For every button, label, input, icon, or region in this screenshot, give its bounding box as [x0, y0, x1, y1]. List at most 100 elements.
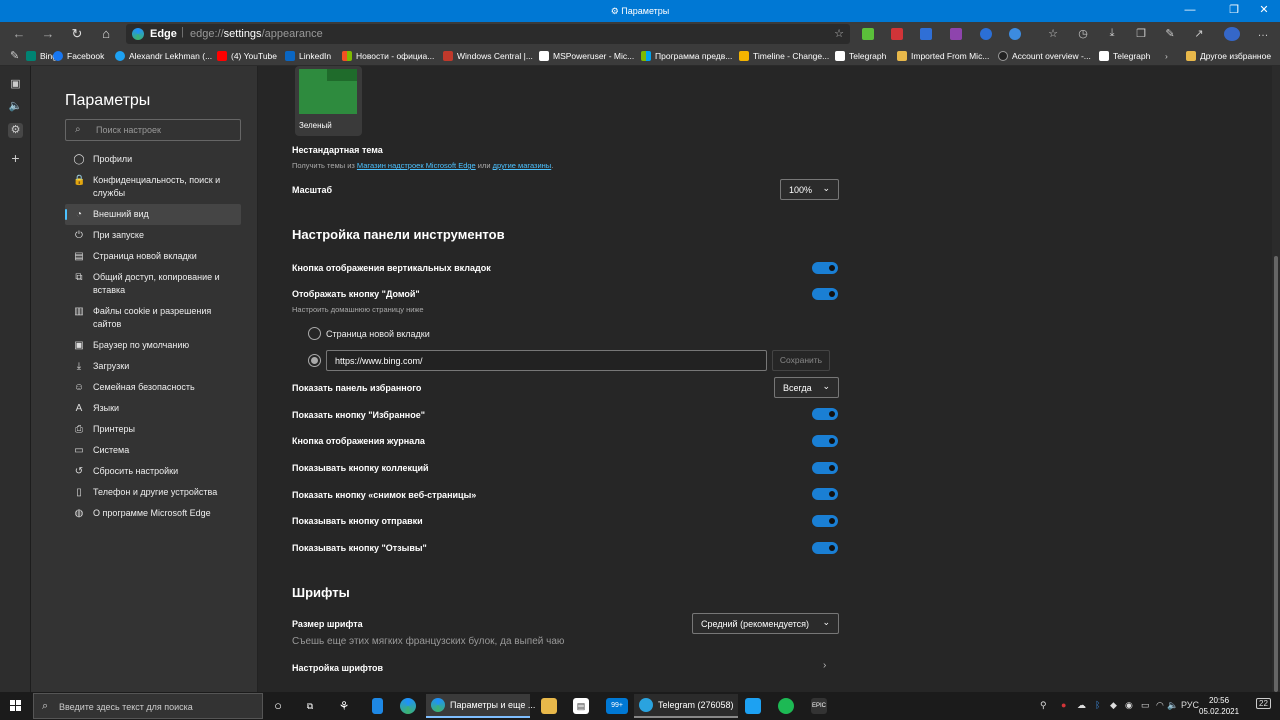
tab-actions-icon[interactable]: ▣ — [8, 77, 23, 92]
favorites-menu-icon[interactable]: ✎ — [10, 49, 19, 62]
radio-new-tab[interactable] — [308, 327, 321, 340]
zoom-dropdown[interactable]: 100% ⌄ — [780, 179, 839, 200]
font-settings-link[interactable]: Настройка шрифтов — [292, 663, 383, 673]
history-button-toggle[interactable] — [812, 435, 838, 447]
addons-store-link[interactable]: Магазин надстроек Microsoft Edge — [357, 161, 476, 170]
cloud-icon[interactable]: ☁ — [1077, 700, 1086, 711]
restore-button[interactable]: ❐ — [1222, 2, 1246, 20]
profile-avatar[interactable] — [1224, 27, 1240, 41]
home-button-toggle[interactable] — [812, 288, 838, 300]
fav-item[interactable]: Windows Central |... — [443, 51, 533, 61]
tray-app-icon[interactable]: ● — [1061, 700, 1066, 710]
sidebar-item-about[interactable]: ◍ О программе Microsoft Edge — [65, 503, 241, 524]
history-icon[interactable]: ◷ — [1076, 27, 1090, 40]
fav-item[interactable]: Account overview -... — [998, 51, 1091, 61]
minimize-button[interactable]: — — [1178, 2, 1202, 20]
bluetooth-icon[interactable]: ᛒ — [1095, 700, 1100, 710]
sidebar-item-printers[interactable]: ⎙ Принтеры — [65, 419, 241, 440]
sidebar-item-new-tab[interactable]: ▤ Страница новой вкладки — [65, 246, 241, 267]
fav-item[interactable]: Alexandr Lekhman (... — [115, 51, 212, 61]
sidebar-item-startup[interactable]: ⏻ При запуске — [65, 225, 241, 246]
vpn-extension-icon[interactable] — [1009, 28, 1021, 40]
home-url-input[interactable]: https://www.bing.com/ — [326, 350, 767, 371]
language-indicator[interactable]: РУС — [1181, 700, 1199, 710]
sidebar-item-appearance[interactable]: ◔ Внешний вид — [65, 204, 241, 225]
taskbar-app-settings[interactable]: Параметры и еще ... — [426, 694, 535, 718]
sidebar-item-default-browser[interactable]: ▣ Браузер по умолчанию — [65, 335, 241, 356]
collections-icon[interactable]: ❐ — [1134, 27, 1148, 40]
new-tab-icon[interactable]: + — [8, 151, 23, 166]
sidebar-item-system[interactable]: ▭ Система — [65, 440, 241, 461]
fav-item[interactable]: Facebook — [53, 51, 104, 61]
battery-icon[interactable]: ▭ — [1141, 700, 1150, 711]
theme-card-green[interactable]: Зеленый — [295, 66, 362, 136]
web-capture-button-toggle[interactable] — [812, 488, 838, 500]
save-button[interactable]: Сохранить — [772, 350, 830, 371]
vertical-tabs-toggle[interactable] — [812, 262, 838, 274]
pen-extension-icon[interactable] — [920, 28, 932, 40]
tab-settings-icon[interactable]: ⚙ — [8, 123, 23, 138]
store-icon[interactable]: ▤ — [573, 698, 589, 714]
sidebar-item-downloads[interactable]: ⤓ Загрузки — [65, 356, 241, 377]
favorites-icon[interactable]: ☆ — [1046, 27, 1060, 40]
defender-tray-icon[interactable]: ◆ — [1110, 700, 1117, 711]
other-favorites[interactable]: Другое избранное — [1186, 51, 1271, 61]
defender-extension-icon[interactable] — [980, 28, 992, 40]
onenote-extension-icon[interactable] — [950, 28, 962, 40]
phone-app-icon[interactable] — [372, 698, 383, 714]
chevron-right-icon[interactable]: › — [823, 660, 826, 671]
office-extension-icon[interactable] — [891, 28, 903, 40]
shield-extension-icon[interactable] — [862, 28, 874, 40]
fav-item[interactable]: MSPoweruser - Mic... — [539, 51, 634, 61]
people-icon[interactable]: ⚲ — [1040, 700, 1047, 711]
fav-item[interactable]: Imported From Mic... — [897, 51, 989, 61]
fav-item[interactable]: Telegraph — [835, 51, 886, 61]
fav-item[interactable]: Программа предв... — [641, 51, 732, 61]
task-view-icon[interactable]: ⧉ — [302, 698, 318, 714]
tab-audio-icon[interactable]: 🔈 — [8, 99, 23, 114]
forward-button[interactable]: → — [40, 26, 56, 42]
favorites-bar-dropdown[interactable]: Всегда ⌄ — [774, 377, 839, 398]
app-icon[interactable]: ⚘ — [336, 698, 352, 714]
other-stores-link[interactable]: другие магазины — [493, 161, 552, 170]
tray-app-icon[interactable]: ◉ — [1125, 700, 1133, 711]
sidebar-item-languages[interactable]: A Языки — [65, 398, 241, 419]
collections-button-toggle[interactable] — [812, 462, 838, 474]
wifi-icon[interactable]: ◠ — [1156, 700, 1164, 711]
refresh-button[interactable]: ↻ — [69, 26, 85, 42]
share-button-toggle[interactable] — [812, 515, 838, 527]
web-capture-icon[interactable]: ✎ — [1163, 27, 1177, 40]
explorer-icon[interactable] — [541, 698, 557, 714]
taskbar-app-telegram[interactable]: Telegram (276058) — [634, 694, 738, 718]
sidebar-item-profiles[interactable]: ◯ Профили — [65, 149, 241, 170]
spotify-icon[interactable] — [778, 698, 794, 714]
fav-item[interactable]: Новости - официа... — [342, 51, 434, 61]
add-favorite-icon[interactable]: ☆ — [834, 27, 844, 40]
favorites-overflow-icon[interactable]: › — [1165, 51, 1168, 61]
sidebar-item-share[interactable]: ⧉ Общий доступ, копирование и вставка — [65, 267, 241, 301]
sidebar-item-reset[interactable]: ↺ Сбросить настройки — [65, 461, 241, 482]
windows-start-icon[interactable] — [10, 700, 22, 712]
radio-custom-url[interactable] — [308, 354, 321, 367]
taskbar-search-input[interactable]: ⌕ Введите здесь текст для поиска — [33, 693, 263, 719]
mail-icon[interactable]: 99+ — [606, 698, 628, 714]
home-button[interactable]: ⌂ — [98, 26, 114, 42]
feedback-button-toggle[interactable] — [812, 542, 838, 554]
twitter-icon[interactable] — [745, 698, 761, 714]
notifications-icon[interactable]: 22 — [1256, 698, 1271, 709]
scrollbar[interactable] — [1272, 66, 1280, 692]
address-bar[interactable]: Edge | edge://settings/appearance ☆ — [126, 24, 850, 44]
close-button[interactable]: ✕ — [1252, 2, 1276, 20]
fav-item[interactable]: LinkedIn — [285, 51, 331, 61]
volume-icon[interactable]: 🔈 — [1167, 700, 1178, 711]
sidebar-item-family[interactable]: ☺ Семейная безопасность — [65, 377, 241, 398]
share-icon[interactable]: ↗ — [1192, 27, 1206, 40]
cortana-icon[interactable]: ○ — [270, 698, 286, 714]
search-input[interactable]: ⌕ Поиск настроек — [65, 119, 241, 141]
downloads-icon[interactable]: ⤓ — [1105, 27, 1119, 40]
fav-item[interactable]: Timeline - Change... — [739, 51, 829, 61]
sidebar-item-cookies[interactable]: ▥ Файлы cookie и разрешения сайтов — [65, 301, 241, 335]
favorites-button-toggle[interactable] — [812, 408, 838, 420]
edge-taskbar-icon[interactable] — [400, 698, 416, 714]
scrollbar-thumb[interactable] — [1274, 256, 1278, 692]
